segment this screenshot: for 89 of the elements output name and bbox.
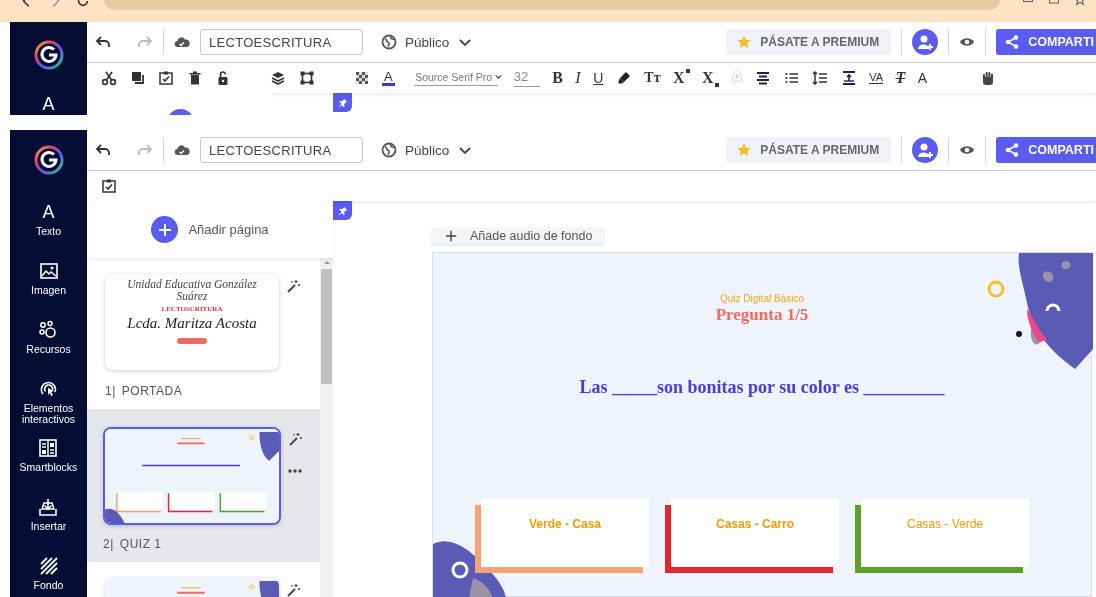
- share-button[interactable]: COMPARTI: [996, 29, 1096, 55]
- scrollbar[interactable]: [320, 258, 333, 597]
- line-height-icon[interactable]: [812, 70, 829, 86]
- highlighter-icon[interactable]: [615, 70, 632, 86]
- teacher-name: Lcda. Maritza Acosta: [127, 315, 257, 332]
- background-icon: [38, 556, 59, 576]
- undo-icon[interactable]: [95, 34, 111, 50]
- question-text: Las _____son bonitas por su color es _________: [579, 377, 945, 398]
- pin-icon[interactable]: [333, 201, 352, 220]
- superscript-button[interactable]: X: [673, 69, 690, 87]
- start-button-shape: [177, 338, 207, 344]
- text-size-button[interactable]: Tт: [644, 69, 661, 87]
- sidebar-item[interactable]: A Texto: [35, 202, 62, 261]
- plus-icon: [444, 229, 458, 243]
- sidebar-item[interactable]: Recursos: [26, 320, 71, 379]
- sidebar-item[interactable]: A: [42, 94, 55, 115]
- add-audio-button[interactable]: Añade audio de fondo: [432, 228, 605, 244]
- bold-button[interactable]: B: [552, 69, 563, 87]
- sidebar-item[interactable]: Fondo: [33, 556, 64, 597]
- premium-button[interactable]: PÁSATE A PREMIUM: [726, 137, 892, 163]
- paragraph-spacing-icon[interactable]: [840, 70, 857, 86]
- page-number: 1|: [105, 384, 116, 398]
- plus-icon: [156, 221, 173, 238]
- logo-icon[interactable]: [33, 145, 64, 175]
- magic-wand-icon[interactable]: [285, 582, 301, 597]
- logo-icon[interactable]: [33, 40, 64, 70]
- page-name: QUIZ 1: [119, 537, 162, 551]
- share-button[interactable]: COMPARTI: [996, 137, 1096, 163]
- font-color-button[interactable]: A: [382, 70, 395, 86]
- smartblocks-icon: [38, 438, 59, 458]
- add-user-icon[interactable]: [912, 29, 939, 55]
- letter-spacing-button[interactable]: VA: [869, 72, 884, 84]
- add-user-icon[interactable]: [912, 137, 939, 163]
- magic-wand-icon[interactable]: [285, 278, 301, 294]
- sidebar-item[interactable]: Smartblocks: [19, 438, 78, 497]
- transparency-icon[interactable]: [353, 70, 370, 86]
- share-icon: [1004, 34, 1021, 50]
- globe-icon: [381, 142, 397, 158]
- sidebar-item[interactable]: Elementos interactivos: [10, 379, 87, 438]
- add-page-button[interactable]: Añadir página: [151, 216, 269, 243]
- bullet-list-icon[interactable]: [783, 70, 800, 86]
- copy-icon[interactable]: [129, 70, 146, 86]
- question-number: Pregunta 1/5: [715, 305, 809, 325]
- school-name: Unidad Educativa González Suárez: [126, 278, 258, 302]
- visibility-dropdown[interactable]: Público: [381, 142, 474, 158]
- frame-icon[interactable]: [298, 70, 315, 86]
- scissors-icon[interactable]: [101, 70, 117, 86]
- spellcheck-button[interactable]: A: [917, 70, 928, 86]
- sidebar-item[interactable]: Insertar: [30, 497, 67, 556]
- answer-text: Casas - Carro: [715, 517, 794, 533]
- insert-icon: [38, 497, 59, 517]
- share-icon: [1004, 142, 1021, 158]
- star-icon: [736, 142, 753, 158]
- title-field[interactable]: LECTOESCRITURA: [200, 29, 363, 55]
- subscript-button[interactable]: X: [702, 69, 719, 87]
- page-list-item[interactable]: 2| QUIZ 1: [87, 409, 320, 562]
- visibility-dropdown[interactable]: Público: [381, 34, 474, 50]
- star-icon: [736, 34, 753, 50]
- font-dropdown[interactable]: Source Serif Pro: [415, 70, 498, 86]
- dot-drawing: [1016, 331, 1022, 337]
- pin-icon[interactable]: [333, 93, 352, 112]
- answer-text: Verde - Casa: [528, 517, 601, 533]
- cloud-icon: [174, 142, 190, 158]
- font-size-field[interactable]: 32: [513, 69, 540, 87]
- sidebar-item[interactable]: Imagen: [31, 261, 66, 320]
- underline-button[interactable]: U: [593, 70, 604, 86]
- premium-button[interactable]: PÁSATE A PREMIUM: [726, 29, 892, 55]
- resources-icon: [38, 320, 59, 340]
- checklist-icon[interactable]: [101, 178, 117, 194]
- page-name: PORTADA: [121, 384, 183, 398]
- interactive-icon: [38, 379, 59, 399]
- quiz-subtitle: Quiz Digital Básico: [720, 293, 804, 304]
- align-center-icon[interactable]: [755, 70, 772, 86]
- clear-format-button[interactable]: T: [895, 69, 906, 87]
- page-number: 2|: [103, 537, 114, 551]
- magic-wand-icon[interactable]: [287, 431, 303, 447]
- ring-drawing: [987, 280, 1005, 298]
- answer-text: Casas - Verde: [906, 517, 983, 533]
- cloud-icon: [174, 34, 190, 50]
- globe-icon: [381, 34, 397, 50]
- layers-icon[interactable]: [270, 70, 286, 86]
- pin-glyph-icon: [336, 96, 349, 109]
- image-icon: [38, 261, 59, 281]
- chevron-icon: [494, 72, 504, 81]
- title-field[interactable]: LECTOESCRITURA: [200, 137, 363, 163]
- checklist-icon[interactable]: [158, 70, 174, 86]
- italic-button[interactable]: I: [575, 69, 581, 87]
- pin-glyph-icon: [336, 204, 349, 217]
- undo-icon[interactable]: [95, 142, 111, 158]
